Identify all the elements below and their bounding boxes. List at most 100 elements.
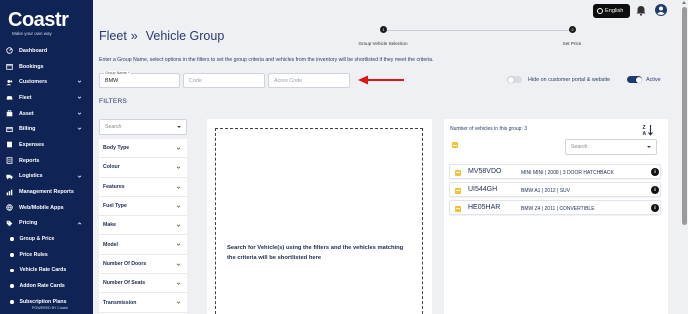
sidebar-item-expenses[interactable]: Expenses: [0, 137, 93, 153]
vehicle-description: MINI MINI | 2008 | 3 DOOR HATCHBACK: [521, 169, 614, 176]
chevron-up-icon: [77, 221, 82, 225]
hide-on-portal-label: Hide on customer portal & website: [528, 76, 611, 83]
chevron-down-icon: [176, 186, 181, 189]
sidebar-item-label: Expenses: [19, 141, 45, 148]
chevron-down-icon: [176, 301, 181, 305]
filters-heading: FILTERS: [99, 98, 128, 105]
sidebar-item-web-mobile-apps[interactable]: Web/Mobile Apps: [0, 200, 93, 216]
sidebar-item-label: Fleet: [19, 94, 32, 101]
sidebar-item-management-reports[interactable]: Management Reports: [0, 184, 93, 200]
group-name-label: Group Name *: [104, 71, 131, 75]
vehicle-plate: MV58VDO: [468, 168, 502, 175]
sidebar-item-label: Bookings: [19, 63, 44, 70]
user-circle-icon[interactable]: [655, 4, 667, 16]
filter-body-type[interactable]: Body Type: [99, 139, 187, 159]
sidebar-item-pricing[interactable]: Pricing: [0, 216, 93, 232]
info-icon[interactable]: i: [651, 204, 659, 212]
filter-search-select[interactable]: Search: [99, 119, 187, 135]
sidebar-item-reports[interactable]: Reports: [0, 153, 93, 169]
scroll-up-arrow-icon[interactable]: [682, 1, 686, 4]
acres-code-field[interactable]: Acres Code: [268, 73, 350, 88]
sidebar-subitem-addon-rate-cards[interactable]: Addon Rate Cards: [0, 278, 93, 294]
scrollbar-thumb[interactable]: [682, 7, 687, 225]
sidebar-item-dashboard[interactable]: Dashboard: [0, 43, 93, 59]
users-icon: [6, 79, 13, 86]
vehicle-row[interactable]: MV58VDO MINI MINI | 2008 | 3 DOOR HATCHB…: [449, 164, 661, 179]
hide-on-portal-toggle[interactable]: [507, 76, 522, 83]
sidebar-nav: Dashboard Bookings Customers Fleet Asset…: [0, 43, 93, 310]
sidebar-item-customers[interactable]: Customers: [0, 74, 93, 90]
car-icon: [6, 94, 13, 101]
expenses-icon: [6, 141, 13, 148]
active-toggle[interactable]: [627, 76, 642, 83]
vehicle-checkbox[interactable]: [455, 205, 461, 212]
code-field[interactable]: Code: [183, 73, 265, 88]
chevron-down-icon: [77, 96, 82, 99]
shortlist-message: Search for Vehicle(s) using the filters …: [227, 245, 404, 261]
filter-label: Number Of Seats: [103, 280, 146, 287]
vehicle-count-label: Number of vehicles in this group: 3: [450, 126, 527, 132]
filter-number-of-seats[interactable]: Number Of Seats: [99, 274, 187, 294]
step-1-label: Group Vehicle Selection: [358, 41, 408, 46]
filter-label: Make: [103, 222, 116, 229]
group-name-field[interactable]: Group Name * BMW: [99, 71, 180, 88]
info-icon[interactable]: i: [651, 168, 659, 176]
bullet-icon: [10, 300, 14, 304]
filter-fuel-type[interactable]: Fuel Type: [99, 197, 187, 217]
sidebar-item-logistics[interactable]: Logistics: [0, 169, 93, 185]
sidebar-item-label: Web/Mobile Apps: [19, 204, 64, 211]
sidebar-subitem-label: Addon Rate Cards: [19, 283, 65, 290]
sidebar-item-label: Billing: [19, 126, 36, 133]
tag-icon: [6, 220, 13, 227]
sidebar-item-label: Management Reports: [19, 189, 74, 196]
sidebar-item-asset[interactable]: Asset: [0, 106, 93, 122]
caret-down-icon: [647, 146, 651, 148]
step-2-label: Set Price: [562, 41, 582, 46]
vehicle-search-select[interactable]: Search: [565, 139, 657, 155]
powered-by-text: POWERED BY Coastr: [32, 306, 68, 310]
select-all-checkbox[interactable]: [452, 142, 458, 148]
breadcrumb-separator: »: [130, 29, 138, 43]
filter-features[interactable]: Features: [99, 178, 187, 197]
sidebar-subitem-label: Group & Price: [19, 236, 55, 243]
bell-icon[interactable]: [636, 5, 646, 16]
logo-tagline: Make your own way: [12, 31, 52, 36]
asset-icon: [6, 110, 13, 117]
info-icon[interactable]: i: [651, 186, 659, 194]
sidebar-subitem-label: Subscription Plans: [19, 298, 67, 305]
filter-number-of-doors[interactable]: Number Of Doors: [99, 255, 187, 275]
brand-logo[interactable]: Coastr Make your own way: [8, 9, 88, 37]
sidebar-subitem-vehicle-rate-cards[interactable]: Vehicle Rate Cards: [0, 263, 93, 279]
sidebar-item-fleet[interactable]: Fleet: [0, 90, 93, 106]
filter-colour[interactable]: Colour: [99, 158, 187, 178]
step-1-marker: 1: [380, 26, 387, 33]
sidebar-subitem-group-price[interactable]: Group & Price: [0, 231, 93, 247]
vehicle-plate: UI544GH: [468, 186, 498, 193]
filter-transmission[interactable]: Transmission: [99, 293, 187, 313]
vehicle-checkbox[interactable]: [455, 169, 461, 176]
bullet-icon: [10, 268, 14, 273]
sidebar-subitem-price-rules[interactable]: Price Rules: [0, 247, 93, 263]
breadcrumb-section[interactable]: Fleet: [99, 29, 127, 43]
toggle-knob: [635, 76, 642, 83]
vehicle-row[interactable]: UI544GH BMW A1 | 2012 | SUV i: [449, 182, 661, 197]
filter-model[interactable]: Model: [99, 235, 187, 255]
vehicle-checkbox[interactable]: [455, 187, 461, 194]
chevron-down-icon: [176, 224, 181, 227]
sidebar-item-billing[interactable]: Billing: [0, 121, 93, 137]
sidebar-item-label: Reports: [19, 157, 40, 164]
filter-label: Features: [103, 183, 125, 190]
filter-make[interactable]: Make: [99, 216, 187, 236]
vehicle-row[interactable]: HE05HAR BMW Z4 | 2011 | CONVERTIBLE i: [449, 200, 661, 215]
dashboard-icon: [6, 47, 13, 55]
filter-label: Fuel Type: [103, 203, 127, 210]
sort-z-a-icon[interactable]: Z A: [642, 124, 654, 136]
sidebar-item-label: Asset: [19, 110, 34, 117]
language-button[interactable]: English: [593, 4, 630, 18]
bullet-icon: [10, 237, 14, 241]
instructions-text: Enter a Group Name, select options in th…: [99, 57, 434, 63]
toggle-knob: [507, 76, 514, 83]
sidebar-subitem-label: Vehicle Rate Cards: [19, 267, 67, 274]
sidebar-item-bookings[interactable]: Bookings: [0, 59, 93, 75]
bullet-icon: [10, 253, 14, 257]
